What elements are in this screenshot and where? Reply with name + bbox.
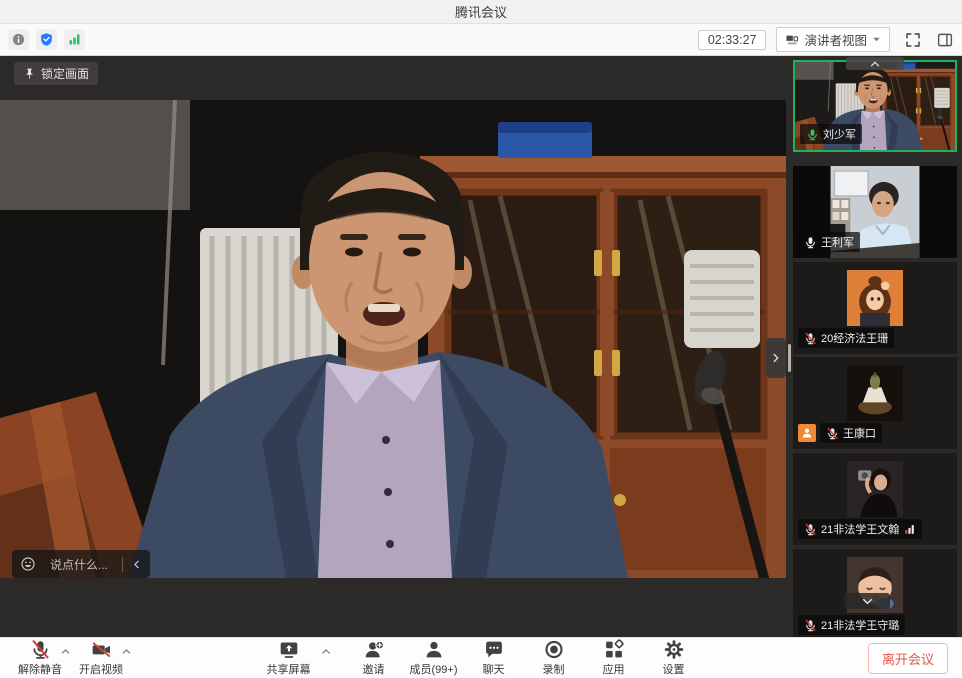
security-button[interactable]	[36, 29, 57, 50]
members-person-icon	[423, 639, 444, 660]
apps-grid-icon	[603, 639, 624, 660]
participant-nameplate: 21非法学王守璐	[798, 615, 905, 635]
participant-tile-wangkang[interactable]: 王康口	[793, 357, 957, 449]
pin-icon	[23, 67, 36, 80]
members-label: 成员(99+)	[410, 661, 458, 677]
participant-name: 王利军	[821, 234, 854, 250]
chevron-up-icon	[869, 58, 881, 70]
meeting-header: 02:33:27 演讲者视图	[0, 24, 962, 56]
invite-label: 邀请	[363, 661, 385, 677]
settings-button[interactable]: 设置	[650, 639, 698, 677]
side-panel-toggle-button[interactable]	[936, 31, 954, 49]
mic-speaking-icon	[806, 128, 819, 141]
lock-view-label: 锁定画面	[41, 65, 89, 82]
meeting-stage: 锁定画面 说点什么... 刘少军	[0, 56, 962, 637]
participant-name: 20经济法王珊	[821, 330, 888, 346]
lock-view-button[interactable]: 锁定画面	[14, 62, 98, 85]
emoji-icon[interactable]	[20, 556, 36, 572]
shield-icon	[39, 32, 54, 47]
mic-on-icon	[804, 236, 817, 249]
participant-avatar	[847, 365, 903, 421]
participant-avatar	[847, 461, 903, 517]
participant-tile-wang-wenhan[interactable]: 21非法学王文翰	[793, 453, 957, 545]
apps-label: 应用	[603, 661, 625, 677]
view-mode-dropdown[interactable]: 演讲者视图	[776, 27, 890, 52]
meeting-info-button[interactable]	[8, 29, 29, 50]
share-screen-icon	[278, 639, 299, 660]
mic-muted-icon	[804, 332, 817, 345]
poor-network-icon	[903, 523, 916, 536]
person-badge-icon	[798, 424, 816, 442]
participant-nameplate: 王利军	[798, 232, 860, 252]
chat-bar-divider	[122, 557, 123, 572]
record-button[interactable]: 录制	[530, 639, 578, 677]
participants-scroll-down-button[interactable]	[844, 593, 890, 609]
participant-nameplate: 21非法学王文翰	[798, 519, 922, 539]
chevron-left-icon[interactable]	[131, 559, 142, 570]
members-button[interactable]: 成员(99+)	[410, 639, 458, 677]
mic-muted-icon	[30, 639, 51, 660]
participants-scroll-up-button[interactable]	[846, 57, 904, 70]
chat-input-placeholder[interactable]: 说点什么...	[44, 556, 114, 573]
chat-bubble-icon	[483, 639, 504, 660]
audio-options-chevron[interactable]	[60, 646, 71, 657]
record-label: 录制	[543, 661, 565, 677]
record-circle-icon	[543, 639, 564, 660]
participant-tile-liu-shaojun[interactable]: 刘少军	[793, 60, 957, 152]
window-titlebar: 腾讯会议	[0, 0, 962, 24]
chevron-right-icon	[770, 352, 782, 364]
view-mode-label: 演讲者视图	[804, 30, 867, 49]
start-video-label: 开启视频	[79, 661, 123, 677]
chat-button[interactable]: 聊天	[470, 639, 518, 677]
participant-name: 王康口	[843, 425, 876, 441]
video-options-chevron[interactable]	[121, 646, 132, 657]
settings-label: 设置	[663, 661, 685, 677]
signal-bars-icon	[67, 32, 82, 47]
unmute-label: 解除静音	[18, 661, 62, 677]
share-screen-label: 共享屏幕	[267, 661, 311, 677]
leave-meeting-button[interactable]: 离开会议	[868, 643, 948, 674]
participant-name: 刘少军	[823, 126, 856, 142]
main-speaker-video-frame	[0, 100, 786, 578]
main-speaker-video	[0, 100, 786, 578]
caret-down-icon	[872, 35, 881, 44]
meeting-timer: 02:33:27	[698, 30, 767, 50]
invite-button[interactable]: 邀请	[350, 639, 398, 677]
gear-icon	[663, 639, 684, 660]
quick-chat-bar: 说点什么...	[12, 550, 150, 578]
fullscreen-button[interactable]	[904, 31, 922, 49]
mic-muted-icon	[804, 523, 817, 536]
meeting-toolbar: 解除静音 开启视频 共享屏幕 邀请 成员(99+)	[0, 637, 962, 678]
participant-nameplate: 刘少军	[800, 124, 862, 144]
sidebar-divider	[788, 344, 791, 372]
participant-nameplate: 王康口	[798, 423, 882, 443]
sidebar-collapse-handle[interactable]	[766, 338, 786, 378]
chat-label: 聊天	[483, 661, 505, 677]
window-title: 腾讯会议	[455, 2, 507, 21]
network-status-button[interactable]	[64, 29, 85, 50]
invite-person-icon	[363, 639, 384, 660]
info-icon	[11, 32, 26, 47]
mic-muted-icon	[826, 427, 839, 440]
apps-button[interactable]: 应用	[590, 639, 638, 677]
chevron-down-icon	[861, 595, 874, 608]
start-video-button[interactable]: 开启视频	[77, 639, 125, 677]
participant-tile-wangshan[interactable]: 20经济法王珊	[793, 262, 957, 354]
share-screen-button[interactable]: 共享屏幕	[265, 639, 313, 677]
share-options-chevron[interactable]	[321, 646, 332, 657]
participant-name: 21非法学王守璐	[821, 617, 899, 633]
tencent-meeting-window: 腾讯会议 02:33:27 演讲者视图 锁定画面	[0, 0, 962, 678]
participant-avatar	[847, 270, 903, 326]
mic-muted-icon	[804, 619, 817, 632]
participant-nameplate: 20经济法王珊	[798, 328, 894, 348]
participant-name: 21非法学王文翰	[821, 521, 899, 537]
camera-off-icon	[91, 639, 112, 660]
unmute-button[interactable]: 解除静音	[16, 639, 64, 677]
layout-icon	[785, 33, 799, 47]
participant-tile-wang-lijun[interactable]: 王利军	[793, 166, 957, 258]
